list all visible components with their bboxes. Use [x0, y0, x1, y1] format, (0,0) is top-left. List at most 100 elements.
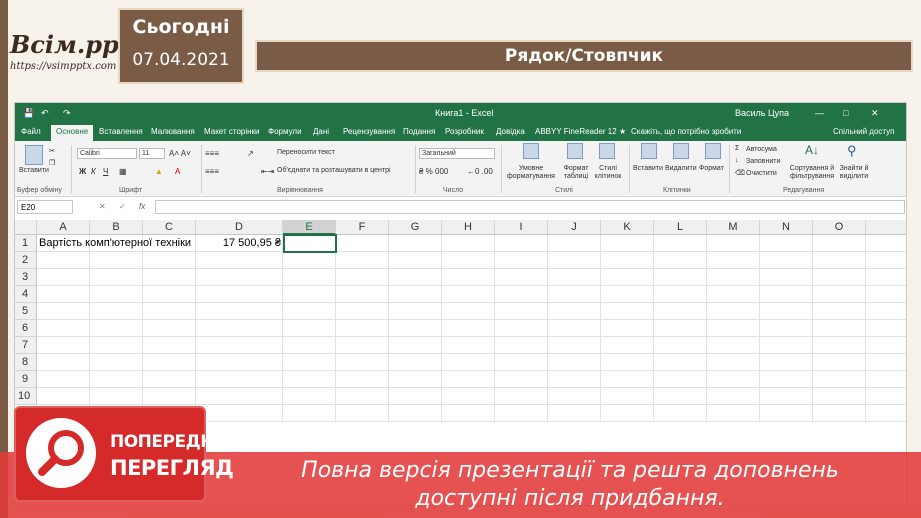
insert-cells-button[interactable]: Вставити — [633, 165, 663, 172]
format-table-button[interactable]: Формат таблиці — [559, 165, 593, 181]
copy-icon[interactable]: ❐ — [49, 159, 55, 167]
col-header[interactable]: K — [601, 220, 654, 235]
clear-button[interactable]: Очистити — [746, 170, 777, 177]
col-header[interactable]: O — [813, 220, 866, 235]
name-box[interactable]: E20 — [17, 200, 73, 214]
row-header[interactable]: 10 — [15, 388, 37, 405]
conditional-format-icon[interactable] — [523, 143, 539, 159]
share-button[interactable]: Спільний доступ — [833, 127, 895, 136]
tab-review[interactable]: Рецензування — [343, 127, 395, 136]
cell-styles-icon[interactable] — [599, 143, 615, 159]
underline-button[interactable]: Ч — [103, 167, 108, 176]
borders-icon[interactable]: ▦ — [119, 167, 127, 176]
col-header[interactable]: E — [283, 220, 336, 235]
col-header[interactable]: G — [389, 220, 442, 235]
sort-filter-button[interactable]: Сортування й фільтрування — [789, 165, 835, 181]
row-header[interactable]: 7 — [15, 337, 37, 354]
row-header[interactable]: 6 — [15, 320, 37, 337]
decimal-icon[interactable]: ←0 .00 — [467, 167, 493, 176]
col-header[interactable]: F — [336, 220, 389, 235]
row-header[interactable]: 1 — [15, 235, 37, 252]
font-size-select[interactable]: 11 — [139, 148, 165, 159]
paste-button[interactable]: Вставити — [19, 167, 49, 174]
cell-a1[interactable]: Вартість комп'ютерної техніки — [39, 235, 191, 252]
delete-cells-icon[interactable] — [673, 143, 689, 159]
italic-button[interactable]: К — [91, 167, 96, 176]
clear-icon[interactable]: ⌫ — [735, 169, 745, 177]
align-left-icon[interactable]: ≡≡≡ — [205, 167, 219, 176]
tell-me-box[interactable]: Скажіть, що потрібно зробити — [631, 127, 741, 136]
tab-abbyy[interactable]: ABBYY FineReader 12 — [535, 127, 617, 136]
col-header[interactable]: A — [37, 220, 90, 235]
tab-home[interactable]: Основне — [51, 125, 94, 141]
insert-cells-icon[interactable] — [641, 143, 657, 159]
col-header[interactable]: N — [760, 220, 813, 235]
col-header[interactable]: D — [196, 220, 283, 235]
row-header[interactable]: 3 — [15, 269, 37, 286]
indent-icon[interactable]: ⇤⇥ — [261, 167, 274, 176]
preview-badge[interactable]: ПОПЕРЕДНІЙ ПЕРЕГЛЯД — [14, 406, 234, 502]
fx-icon[interactable]: fx — [139, 202, 145, 211]
wrap-text-button[interactable]: Переносити текст — [277, 149, 335, 156]
cut-icon[interactable]: ✂ — [49, 147, 55, 155]
col-header[interactable]: L — [654, 220, 707, 235]
format-table-icon[interactable] — [567, 143, 583, 159]
row-header[interactable]: 9 — [15, 371, 37, 388]
col-header[interactable]: M — [707, 220, 760, 235]
orientation-icon[interactable]: ↗ — [247, 149, 254, 158]
cell-d1[interactable]: 17 500,95 ₴ — [196, 235, 281, 252]
font-name-select[interactable]: Calibri — [77, 148, 137, 159]
find-select-button[interactable]: Знайти й виділити — [837, 165, 871, 181]
select-all-corner[interactable] — [15, 220, 37, 235]
col-header[interactable]: H — [442, 220, 495, 235]
format-cells-button[interactable]: Формат — [699, 165, 724, 172]
tab-view[interactable]: Подання — [403, 127, 435, 136]
close-icon[interactable]: ✕ — [871, 108, 879, 119]
active-cell[interactable] — [283, 234, 337, 253]
col-header[interactable]: I — [495, 220, 548, 235]
row-header[interactable]: 5 — [15, 303, 37, 320]
autosum-button[interactable]: Автосума — [746, 146, 777, 153]
fill-icon[interactable]: ↓ — [735, 157, 739, 164]
autosum-icon[interactable]: Σ — [735, 145, 739, 152]
row-header[interactable]: 8 — [15, 354, 37, 371]
row-header[interactable]: 4 — [15, 286, 37, 303]
col-header[interactable]: J — [548, 220, 601, 235]
minimize-icon[interactable]: — — [815, 108, 824, 118]
col-header[interactable]: C — [143, 220, 196, 235]
tab-file[interactable]: Файл — [21, 127, 41, 136]
user-name[interactable]: Василь Цупа — [735, 108, 789, 118]
tab-help[interactable]: Довідка — [496, 127, 525, 136]
currency-icon[interactable]: ₴ % 000 — [419, 167, 448, 176]
tab-formulas[interactable]: Формули — [268, 127, 302, 136]
cell-styles-button[interactable]: Стилі клітинок — [591, 165, 625, 181]
confirm-icon[interactable]: ✓ — [119, 202, 126, 211]
undo-icon[interactable]: ↶ — [41, 108, 49, 119]
format-cells-icon[interactable] — [705, 143, 721, 159]
tab-page-layout[interactable]: Макет сторінки — [204, 127, 260, 136]
delete-cells-button[interactable]: Видалити — [665, 165, 697, 172]
font-color-icon[interactable]: A — [175, 167, 180, 176]
find-select-icon[interactable]: ⚲ — [847, 143, 857, 159]
grow-font-icon[interactable]: A˄ A˅ — [169, 149, 191, 158]
tab-draw[interactable]: Малювання — [151, 127, 195, 136]
fill-color-icon[interactable]: ▲ — [155, 167, 163, 176]
col-header[interactable]: B — [90, 220, 143, 235]
bold-button[interactable]: Ж — [79, 167, 86, 176]
tab-developer[interactable]: Розробник — [445, 127, 484, 136]
sort-filter-icon[interactable]: A↓ — [805, 143, 819, 157]
fill-button[interactable]: Заповнити — [746, 158, 780, 165]
tab-insert[interactable]: Вставлення — [99, 127, 143, 136]
merge-center-button[interactable]: Об'єднати та розташувати в центрі — [277, 167, 391, 174]
tab-data[interactable]: Дані — [313, 127, 329, 136]
conditional-format-button[interactable]: Умовне форматування — [507, 165, 555, 181]
maximize-icon[interactable]: □ — [843, 108, 848, 118]
redo-icon[interactable]: ↷ — [63, 108, 71, 119]
formula-input[interactable] — [155, 200, 905, 214]
save-icon[interactable]: 💾 — [23, 108, 34, 119]
row-header[interactable]: 2 — [15, 252, 37, 269]
align-top-icon[interactable]: ≡≡≡ — [205, 149, 219, 158]
paste-icon[interactable] — [25, 145, 43, 165]
cancel-icon[interactable]: ✕ — [99, 202, 106, 211]
number-format-select[interactable]: Загальний — [419, 148, 495, 159]
